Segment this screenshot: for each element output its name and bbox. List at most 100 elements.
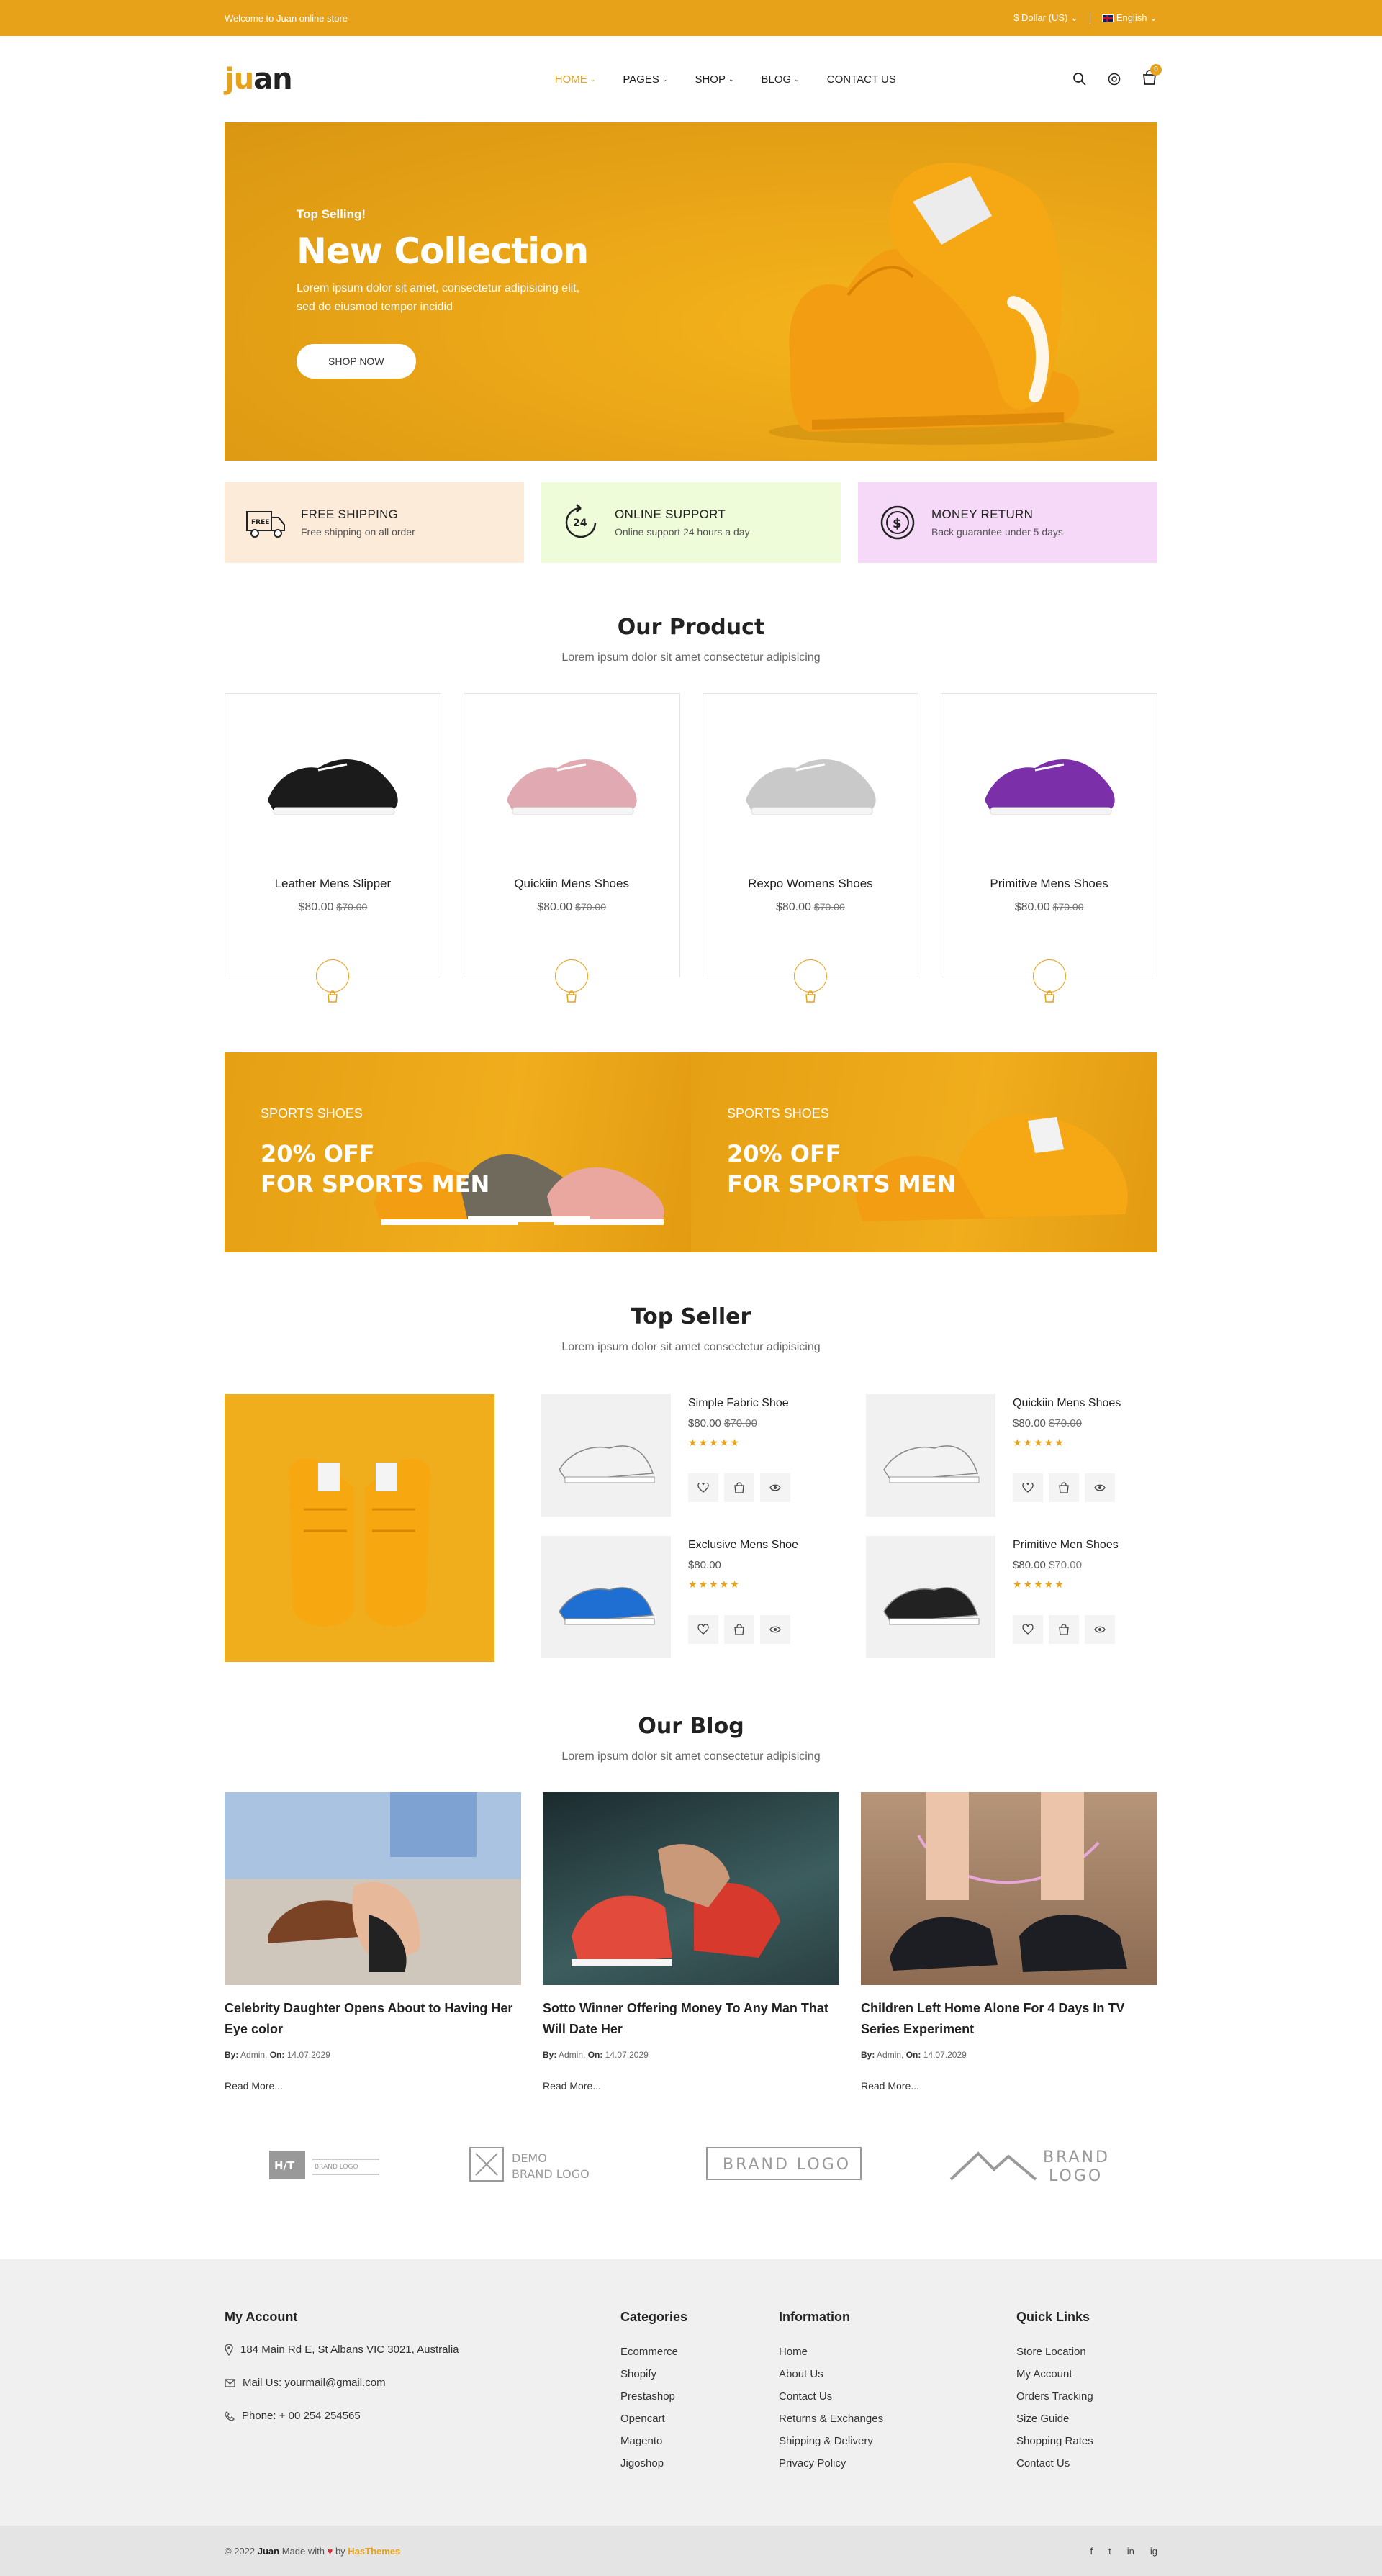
wishlist-button[interactable] [688,1615,718,1644]
welcome-text: Welcome to Juan online store [225,12,348,24]
add-to-cart-button[interactable] [724,1473,754,1502]
brand-logo[interactable]: DEMO BRAND LOGO [469,2146,620,2184]
add-to-cart-button[interactable] [1049,1473,1079,1502]
nav-contact[interactable]: CONTACT US [827,73,896,86]
top-seller-name[interactable]: Quickiin Mens Shoes [1013,1397,1121,1410]
brand-logo[interactable]: BRANDLOGO [949,2143,1115,2187]
quick-view-button[interactable] [1085,1615,1115,1644]
add-to-cart-button[interactable] [1049,1615,1079,1644]
footer-link[interactable]: Ecommerce [620,2341,779,2363]
footer-link[interactable]: Returns & Exchanges [779,2408,1016,2430]
nav-home[interactable]: HOME ⌄ [555,73,596,86]
quick-view-button[interactable] [760,1615,790,1644]
blog-post-image[interactable] [225,1792,521,1985]
footer-link[interactable]: Contact Us [1016,2452,1093,2475]
shop-now-button[interactable]: SHOP NOW [297,344,416,379]
product-price: $80.00 $70.00 [298,901,368,913]
add-to-cart-button[interactable] [793,959,827,1003]
hasthemes-link[interactable]: HasThemes [348,2546,400,2557]
top-seller-image[interactable] [866,1394,995,1517]
blog-post-title[interactable]: Children Left Home Alone For 4 Days In T… [861,1998,1157,2040]
product-card[interactable]: Quickiin Mens Shoes $80.00 $70.00 [463,693,680,1003]
instagram-icon[interactable]: ig [1150,2546,1157,2557]
shopping-bag-icon [1059,1624,1069,1635]
footer-link[interactable]: Home [779,2341,1016,2363]
footer-link[interactable]: Prestashop [620,2385,779,2408]
footer-email[interactable]: Mail Us: yourmail@gmail.com [225,2374,620,2392]
twitter-icon[interactable]: t [1108,2546,1111,2557]
product-price: $80.00 $70.00 [775,901,845,913]
top-seller-image[interactable] [866,1536,995,1658]
footer-link[interactable]: Contact Us [779,2385,1016,2408]
read-more-link[interactable]: Read More... [225,2080,521,2092]
mail-icon [225,2379,235,2387]
add-to-cart-button[interactable] [316,959,350,1003]
product-shoe-image [745,759,876,815]
promo-banner[interactable]: SPORTS SHOES 20% OFF FOR SPORTS MEN [691,1052,1157,1252]
promo-banner[interactable]: SPORTS SHOES 20% OFF FOR SPORTS MEN [225,1052,691,1252]
blog-post-image[interactable] [861,1792,1157,1985]
read-more-link[interactable]: Read More... [861,2080,1157,2092]
top-seller-name[interactable]: Exclusive Mens Shoe [688,1539,798,1552]
top-seller-image[interactable] [541,1394,671,1517]
footer-link[interactable]: Shopping Rates [1016,2430,1093,2452]
product-name[interactable]: Rexpo Womens Shoes [703,877,918,891]
cart-button[interactable]: 0 [1142,64,1162,89]
product-name[interactable]: Primitive Mens Shoes [941,877,1157,891]
brand-logo[interactable]: BRAND LOGO [705,2145,864,2185]
footer-link[interactable]: About Us [779,2363,1016,2385]
top-seller-image[interactable] [541,1536,671,1658]
top-seller-heading: Top Seller Lorem ipsum dolor sit amet co… [225,1304,1157,1354]
footer-phone[interactable]: Phone: + 00 254 254565 [225,2407,620,2426]
main-nav: HOME ⌄ PAGES ⌄ SHOP ⌄ BLOG ⌄ CONTACT US [555,73,896,86]
wishlist-button[interactable] [1013,1615,1043,1644]
linkedin-icon[interactable]: in [1127,2546,1134,2557]
blog-post-title[interactable]: Celebrity Daughter Opens About to Having… [225,1998,521,2040]
footer-link[interactable]: Opencart [620,2408,779,2430]
product-shoe-image [984,759,1115,815]
top-seller-price: $80.00 $70.00 [688,1417,757,1429]
quick-view-button[interactable] [1085,1473,1115,1502]
cart-count-badge: 0 [1150,64,1162,76]
brand-logo[interactable]: H/T BRAND LOGO [268,2147,383,2183]
footer-link[interactable]: Shopify [620,2363,779,2385]
product-name[interactable]: Quickiin Mens Shoes [464,877,679,891]
footer-link[interactable]: Jigoshop [620,2452,779,2475]
add-to-cart-button[interactable] [555,959,589,1003]
eye-icon [1094,1626,1106,1633]
wishlist-button[interactable] [688,1473,718,1502]
footer-link[interactable]: My Account [1016,2363,1093,2385]
footer-heading: My Account [225,2310,298,2324]
language-select[interactable]: English ⌄ [1101,12,1157,24]
footer-link[interactable]: Magento [620,2430,779,2452]
footer-link[interactable]: Size Guide [1016,2408,1093,2430]
nav-shop[interactable]: SHOP ⌄ [695,73,733,86]
product-card[interactable]: Rexpo Womens Shoes $80.00 $70.00 [702,693,919,1003]
blog-post-title[interactable]: Sotto Winner Offering Money To Any Man T… [543,1998,839,2040]
top-seller-name[interactable]: Simple Fabric Shoe [688,1397,790,1410]
product-name[interactable]: Leather Mens Slipper [225,877,441,891]
settings-icon[interactable] [1107,72,1121,86]
quick-view-button[interactable] [760,1473,790,1502]
search-icon[interactable] [1072,72,1087,86]
currency-select[interactable]: $ Dollar (US) ⌄ [1013,12,1078,24]
add-to-cart-button[interactable] [1032,959,1066,1003]
top-seller-name[interactable]: Primitive Men Shoes [1013,1539,1119,1552]
site-logo[interactable]: juan [225,63,293,96]
footer-link[interactable]: Shipping & Delivery [779,2430,1016,2452]
read-more-link[interactable]: Read More... [543,2080,839,2092]
product-card[interactable]: Leather Mens Slipper $80.00 $70.00 [225,693,441,1003]
add-to-cart-button[interactable] [724,1615,754,1644]
footer-link[interactable]: Privacy Policy [779,2452,1016,2475]
nav-pages[interactable]: PAGES ⌄ [623,73,667,86]
nav-blog[interactable]: BLOG ⌄ [762,73,800,86]
copyright-bar: © 2022 Juan Made with ♥ by HasThemes f t… [0,2526,1382,2576]
blog-post-image[interactable] [543,1792,839,1985]
blog-heading: Our Blog Lorem ipsum dolor sit amet cons… [225,1714,1157,1763]
product-card[interactable]: Primitive Mens Shoes $80.00 $70.00 [941,693,1157,1003]
facebook-icon[interactable]: f [1090,2546,1093,2557]
footer-link[interactable]: Store Location [1016,2341,1093,2363]
footer-link[interactable]: Orders Tracking [1016,2385,1093,2408]
wishlist-button[interactable] [1013,1473,1043,1502]
top-seller-price: $80.00 $70.00 [1013,1417,1082,1429]
